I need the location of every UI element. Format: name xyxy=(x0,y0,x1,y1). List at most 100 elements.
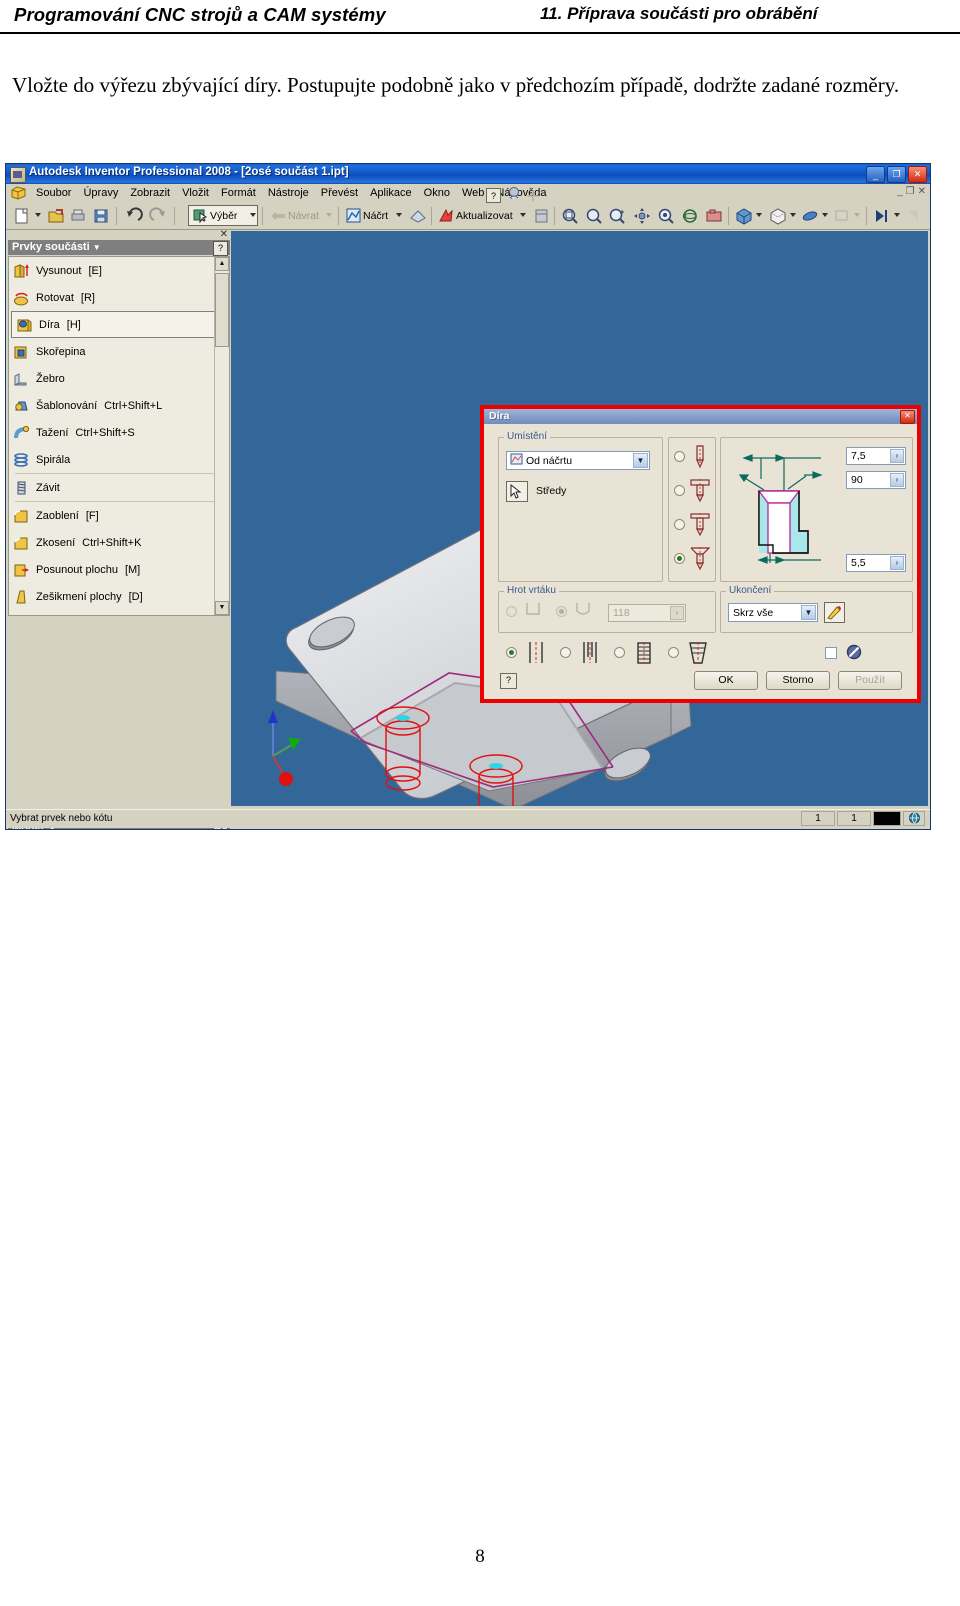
flat-point-icon[interactable] xyxy=(524,602,542,623)
panel-title-bar[interactable]: Prvky součásti ▼ xyxy=(8,240,230,255)
restore-button[interactable]: ❐ xyxy=(887,166,906,183)
shaded-display-icon[interactable] xyxy=(734,206,756,228)
pan-icon[interactable] xyxy=(632,206,654,228)
menu-item-format[interactable]: Formát xyxy=(215,186,262,200)
mdi-minimize-button[interactable]: _ xyxy=(897,186,903,197)
scroll-up-icon[interactable]: ▲ xyxy=(215,257,229,271)
hole-diameter-field[interactable]: 5,5 › xyxy=(846,554,906,572)
update-icon[interactable] xyxy=(436,206,458,228)
menu-item-okno[interactable]: Okno xyxy=(418,186,456,200)
new-file-dropdown-icon[interactable] xyxy=(35,213,41,217)
no-preview-icon[interactable] xyxy=(846,644,862,665)
help-question-icon[interactable]: ? xyxy=(486,188,501,203)
taper-tapped-icon[interactable] xyxy=(688,641,708,670)
drill-point-flat-radio[interactable] xyxy=(506,606,517,617)
angled-point-icon[interactable] xyxy=(574,602,592,623)
next-view-dropdown-icon[interactable] xyxy=(894,213,900,217)
shadow-icon[interactable] xyxy=(532,206,554,228)
countersink-hole-icon[interactable] xyxy=(689,547,711,576)
termination-combo[interactable]: Skrz vše ▼ xyxy=(728,603,818,622)
feature-item-spirala[interactable]: Spirála xyxy=(9,446,229,473)
zoom-window-icon[interactable] xyxy=(584,206,606,228)
simple-drilled-icon[interactable] xyxy=(526,641,546,670)
hole-kind-radio-taper-tapped[interactable] xyxy=(668,647,679,658)
new-file-icon[interactable] xyxy=(12,206,34,228)
features-scrollbar[interactable]: ▲ ▼ xyxy=(214,257,229,615)
chevron-right-icon[interactable]: › xyxy=(670,606,684,620)
feature-item-dira[interactable]: Díra [H] xyxy=(11,311,227,338)
hole-type-radio-counterbore[interactable] xyxy=(674,485,685,496)
zoom-selected-icon[interactable] xyxy=(656,206,678,228)
shaded-dropdown-icon[interactable] xyxy=(756,213,762,217)
hole-kind-radio-tapped[interactable] xyxy=(614,647,625,658)
apply-button[interactable]: Použít xyxy=(838,671,902,690)
mdi-close-button[interactable]: ✕ xyxy=(918,186,926,197)
save-icon[interactable] xyxy=(91,206,113,228)
ok-button[interactable]: OK xyxy=(694,671,758,690)
feature-item-sablonovani[interactable]: Šablonování Ctrl+Shift+L xyxy=(9,392,229,419)
countersink-diameter-field[interactable]: 7,5 › xyxy=(846,447,906,465)
hole-dialog[interactable]: Díra ✕ Umístění Od náčrtu ▼ Středy 7,5 ›… xyxy=(480,405,921,703)
dialog-help-button[interactable]: ? xyxy=(500,673,517,689)
spotface-hole-icon[interactable] xyxy=(689,513,711,542)
redo-icon[interactable] xyxy=(148,206,170,228)
tapped-hole-icon[interactable] xyxy=(634,641,654,670)
panel-caret-icon[interactable]: ▼ xyxy=(93,243,101,252)
simple-hole-icon[interactable] xyxy=(691,445,709,474)
drill-point-angle-field[interactable]: 118 › xyxy=(608,604,686,622)
chevron-down-icon[interactable]: ▼ xyxy=(633,453,648,468)
placement-combo[interactable]: Od náčrtu ▼ xyxy=(506,451,650,470)
undo-icon[interactable] xyxy=(124,206,146,228)
feature-item-posunout-plochu[interactable]: Posunout plochu [M] xyxy=(9,556,229,583)
hole-kind-radio-clearance[interactable] xyxy=(560,647,571,658)
open-file-icon[interactable] xyxy=(46,206,68,228)
menu-item-zobrazit[interactable]: Zobrazit xyxy=(124,186,176,200)
chevron-right-icon[interactable]: › xyxy=(890,449,904,463)
status-globe-icon[interactable] xyxy=(903,811,925,826)
scroll-thumb[interactable] xyxy=(215,273,229,347)
feature-item-zkoseni[interactable]: Zkosení Ctrl+Shift+K xyxy=(9,529,229,556)
sketch-plane-icon[interactable] xyxy=(408,206,430,228)
dialog-title-bar[interactable]: Díra xyxy=(484,409,917,424)
cancel-button[interactable]: Storno xyxy=(766,671,830,690)
menu-item-prevest[interactable]: Převést xyxy=(315,186,364,200)
dialog-close-button[interactable]: ✕ xyxy=(900,410,915,424)
feature-item-zavit[interactable]: Závit xyxy=(9,474,229,501)
add-icon[interactable]: ✛ xyxy=(527,189,539,203)
hole-type-radio-countersink[interactable] xyxy=(674,553,685,564)
feature-item-zaobleni[interactable]: Zaoblení [F] xyxy=(9,502,229,529)
feature-item-zesikmeni-plochy[interactable]: Zešikmení plochy [D] xyxy=(9,583,229,610)
sketch-dropdown-icon[interactable] xyxy=(396,213,402,217)
menu-item-soubor[interactable]: Soubor xyxy=(30,186,77,200)
close-button[interactable]: ✕ xyxy=(908,166,927,183)
menu-item-vlozit[interactable]: Vložit xyxy=(176,186,215,200)
panel-close-icon[interactable]: ✕ xyxy=(220,229,228,240)
mdi-restore-button[interactable]: ❐ xyxy=(906,186,915,197)
shadow-style-dropdown-icon[interactable] xyxy=(822,213,828,217)
hole-type-radio-spotface[interactable] xyxy=(674,519,685,530)
orbit-icon[interactable] xyxy=(680,206,702,228)
counterbore-hole-icon[interactable] xyxy=(689,479,711,508)
hidden-edge-dropdown-icon[interactable] xyxy=(790,213,796,217)
zoom-all-icon[interactable] xyxy=(560,206,582,228)
menu-item-upravy[interactable]: Úpravy xyxy=(77,186,124,200)
shadow-style-icon[interactable] xyxy=(800,206,822,228)
feature-item-tazeni[interactable]: Tažení Ctrl+Shift+S xyxy=(9,419,229,446)
feature-item-zebro[interactable]: Žebro xyxy=(9,365,229,392)
panel-help-icon[interactable]: ? xyxy=(213,241,228,256)
look-at-icon[interactable] xyxy=(704,206,726,228)
hole-type-radio-simple[interactable] xyxy=(674,451,685,462)
countersink-angle-field[interactable]: 90 › xyxy=(846,471,906,489)
centers-select-button[interactable] xyxy=(506,481,528,502)
chevron-right-icon[interactable]: › xyxy=(890,473,904,487)
preview-checkbox[interactable] xyxy=(825,647,837,659)
print-icon[interactable] xyxy=(68,206,90,228)
feature-item-rotovat[interactable]: Rotovat [R] xyxy=(9,284,229,311)
chevron-right-icon[interactable]: › xyxy=(890,556,904,570)
clearance-hole-icon[interactable] xyxy=(580,641,600,670)
scroll-down-icon[interactable]: ▼ xyxy=(215,601,229,615)
select-dropdown-icon[interactable] xyxy=(250,213,256,217)
menu-item-nastroje[interactable]: Nástroje xyxy=(262,186,315,200)
chevron-down-icon[interactable]: ▼ xyxy=(801,605,816,620)
minimize-button[interactable]: _ xyxy=(866,166,885,183)
